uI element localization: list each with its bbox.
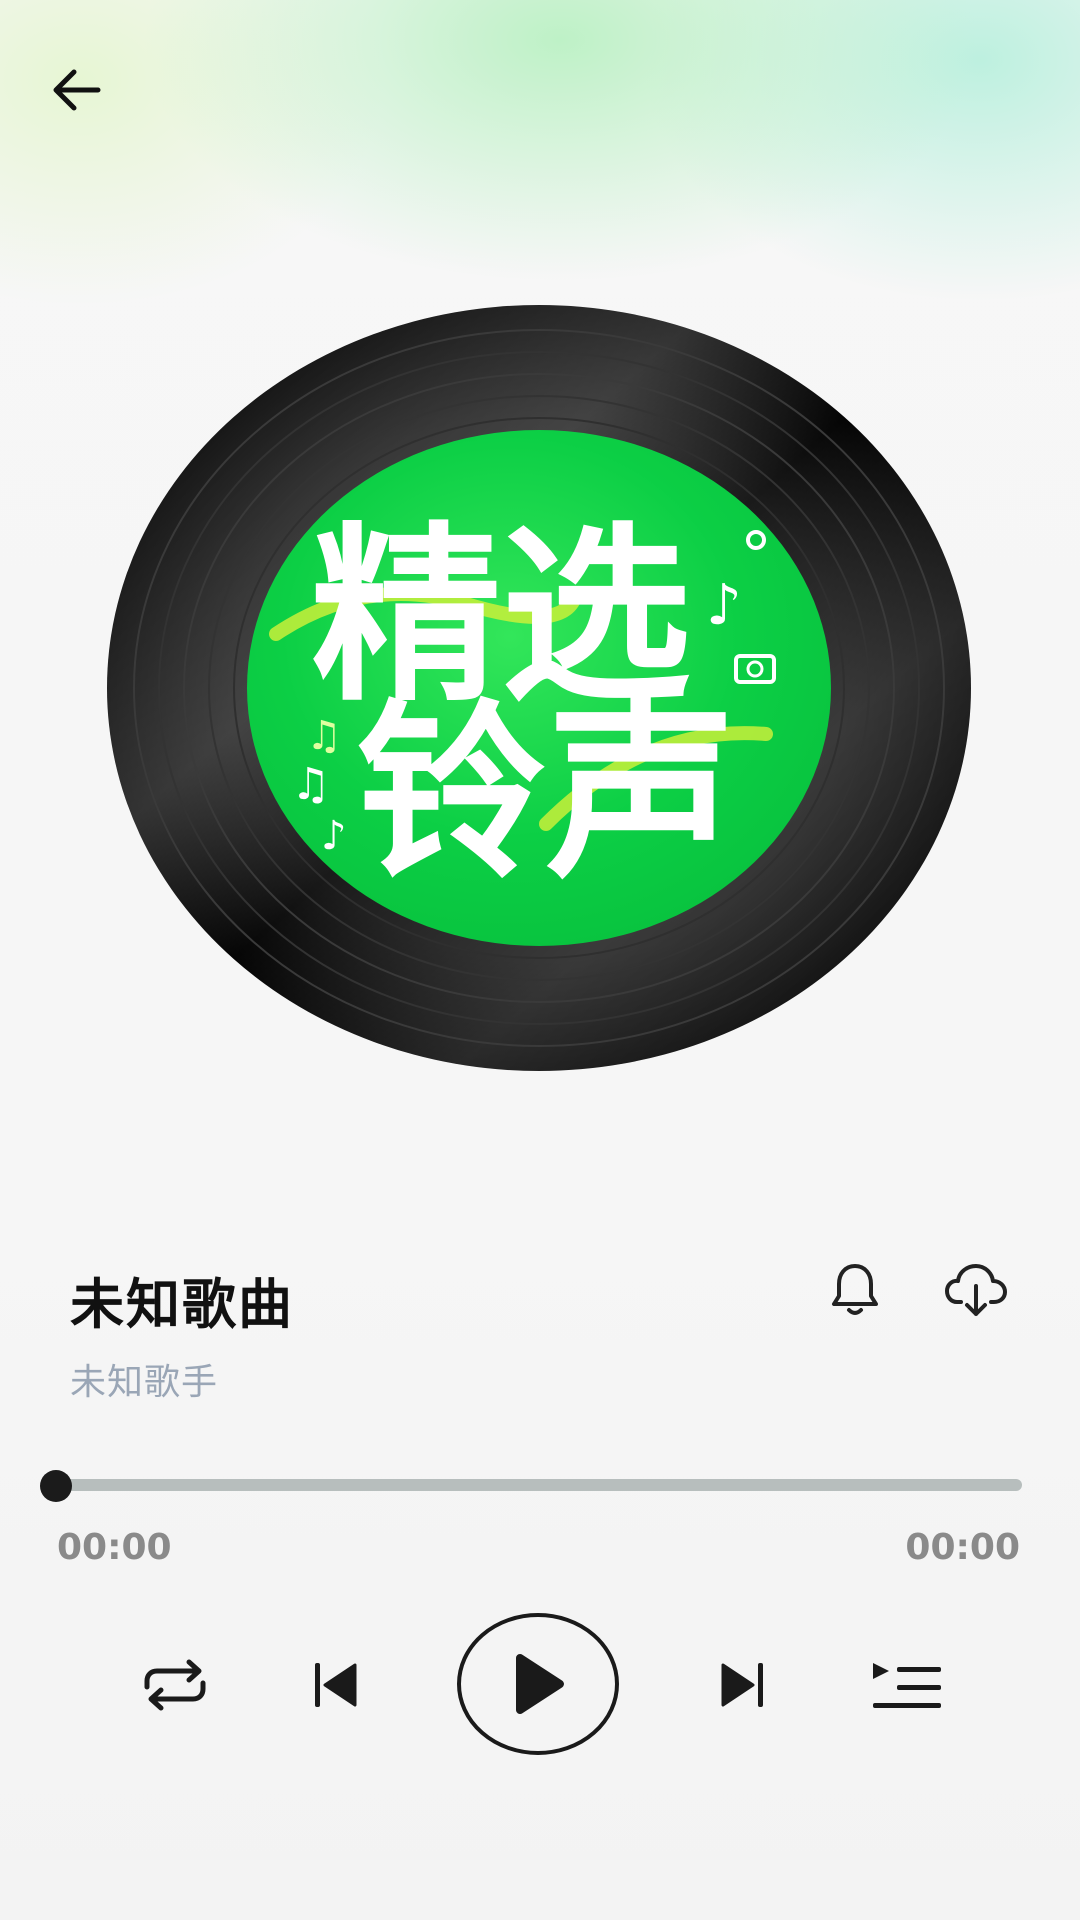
next-button[interactable]: [708, 1645, 778, 1725]
playlist-icon: [873, 1663, 941, 1708]
set-ringtone-button[interactable]: [815, 1250, 895, 1330]
album-record: 精选 铃声 ♪ ♫ ♫ ♪: [106, 304, 972, 1072]
total-time: 00:00: [905, 1527, 1020, 1568]
repeat-button[interactable]: [130, 1645, 220, 1725]
skip-previous-icon: [315, 1663, 357, 1707]
vinyl-record: 精选 铃声 ♪ ♫ ♫ ♪: [107, 305, 971, 1071]
cover-title-line2: 铃声: [356, 683, 736, 904]
svg-text:♪: ♪: [706, 573, 742, 638]
current-time: 00:00: [57, 1527, 172, 1568]
skip-next-icon: [721, 1663, 763, 1707]
playlist-button[interactable]: [862, 1645, 952, 1725]
repeat-icon: [144, 1659, 206, 1711]
download-button[interactable]: [936, 1250, 1016, 1330]
svg-text:♫: ♫: [306, 713, 342, 759]
progress-thumb[interactable]: [40, 1470, 72, 1502]
song-title: 未知歌曲: [70, 1273, 294, 1336]
svg-text:♪: ♪: [321, 813, 347, 859]
back-button[interactable]: [40, 60, 112, 120]
bell-icon: [832, 1264, 878, 1315]
play-button[interactable]: [456, 1612, 620, 1756]
svg-text:♫: ♫: [291, 759, 330, 810]
artist-name: 未知歌手: [70, 1362, 219, 1403]
progress-slider[interactable]: [40, 1470, 1022, 1502]
arrow-left-icon: [53, 69, 101, 111]
progress-track: [56, 1479, 1022, 1491]
cloud-download-icon: [945, 1264, 1007, 1316]
play-icon: [457, 1613, 619, 1755]
previous-button[interactable]: [300, 1645, 370, 1725]
